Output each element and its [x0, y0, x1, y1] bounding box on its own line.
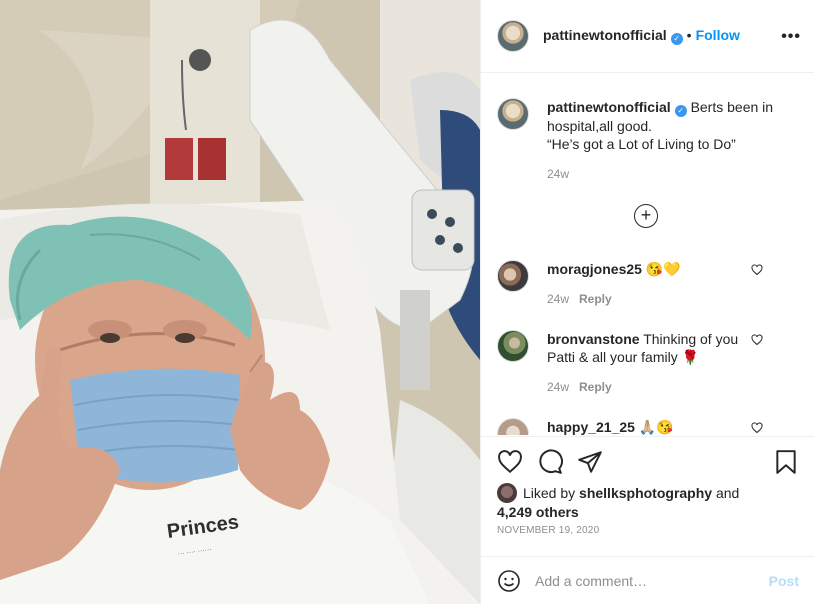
comment-body: bronvanstone Thinking of you Patti & all… [547, 330, 767, 396]
post-actions: Liked by shellksphotography and 4,249 ot… [481, 436, 814, 604]
comment-body: happy_21_25 🙏🏼😘 [547, 418, 767, 435]
comment-username[interactable]: happy_21_25 [547, 419, 635, 435]
comment-meta: 24w Reply [547, 378, 767, 396]
post-caption: pattinewtonofficial ✓ Berts been in hospi… [497, 98, 797, 183]
dot-separator: • [686, 27, 692, 43]
comment-time[interactable]: 24w [547, 380, 569, 394]
instagram-post: Princes ··· ···· ······ pattinewtonoffic… [0, 0, 814, 604]
comment-icon[interactable] [537, 449, 563, 475]
comment-item: bronvanstone Thinking of you Patti & all… [497, 330, 797, 396]
post-photo[interactable]: Princes ··· ···· ······ [0, 0, 480, 604]
comment-text: 🙏🏼😘 [638, 419, 674, 435]
liker-username[interactable]: shellksphotography [579, 485, 712, 501]
comment-item: moragjones25 😘💛 24w Reply [497, 260, 797, 308]
heart-icon[interactable] [497, 449, 523, 475]
commenter-avatar[interactable] [497, 418, 529, 435]
reply-button[interactable]: Reply [579, 292, 612, 306]
comment-text: 😘💛 [645, 261, 681, 277]
author-avatar[interactable] [497, 20, 529, 52]
likes-and: and [715, 485, 740, 501]
comment-input[interactable] [535, 573, 755, 589]
comment-like-heart-icon[interactable] [751, 334, 763, 346]
caption-username[interactable]: pattinewtonofficial [547, 99, 671, 115]
more-options-icon[interactable]: ••• [781, 28, 801, 46]
load-more-comments-icon[interactable]: + [634, 204, 658, 228]
comments-section[interactable]: pattinewtonofficial ✓ Berts been in hospi… [481, 74, 814, 435]
emoji-icon[interactable] [497, 569, 521, 593]
liker-avatar[interactable] [497, 483, 517, 503]
hospital-photo: Princes ··· ···· ······ [0, 0, 480, 604]
add-comment-bar: Post [481, 556, 814, 604]
caption-time[interactable]: 24w [547, 165, 787, 183]
post-header: pattinewtonofficial ✓ • Follow ••• [481, 0, 814, 73]
comment-username[interactable]: bronvanstone [547, 331, 640, 347]
comment-username[interactable]: moragjones25 [547, 261, 642, 277]
share-icon[interactable] [577, 449, 603, 475]
commenter-avatar[interactable] [497, 260, 529, 292]
bookmark-icon[interactable] [773, 449, 799, 475]
action-icons [497, 449, 799, 475]
likes-prefix: Liked by [523, 485, 576, 501]
comment-meta: 24w Reply [547, 290, 767, 308]
likes-summary: Liked by shellksphotography and 4,249 ot… [497, 483, 797, 521]
post-comment-button[interactable]: Post [769, 573, 799, 589]
author-line: pattinewtonofficial ✓ • Follow [543, 27, 740, 45]
likes-others-count[interactable]: 4,249 others [497, 504, 579, 520]
post-side-panel: pattinewtonofficial ✓ • Follow ••• pattinew… [480, 0, 814, 604]
author-username[interactable]: pattinewtonofficial [543, 27, 667, 43]
post-date[interactable]: NOVEMBER 19, 2020 [497, 525, 599, 536]
comment-body: moragjones25 😘💛 24w Reply [547, 260, 767, 308]
verified-badge-icon: ✓ [670, 33, 683, 45]
commenter-avatar[interactable] [497, 330, 529, 362]
comment-item: happy_21_25 🙏🏼😘 [497, 418, 797, 435]
reply-button[interactable]: Reply [579, 380, 612, 394]
caption-avatar[interactable] [497, 98, 529, 130]
comment-like-heart-icon[interactable] [751, 264, 763, 276]
verified-badge-icon: ✓ [674, 105, 687, 117]
caption-body: pattinewtonofficial ✓ Berts been in hospi… [547, 98, 787, 183]
comment-time[interactable]: 24w [547, 292, 569, 306]
caption-quote: “He’s got a Lot of Living to Do” [547, 136, 736, 152]
comment-like-heart-icon[interactable] [751, 422, 763, 434]
follow-button[interactable]: Follow [696, 27, 740, 43]
